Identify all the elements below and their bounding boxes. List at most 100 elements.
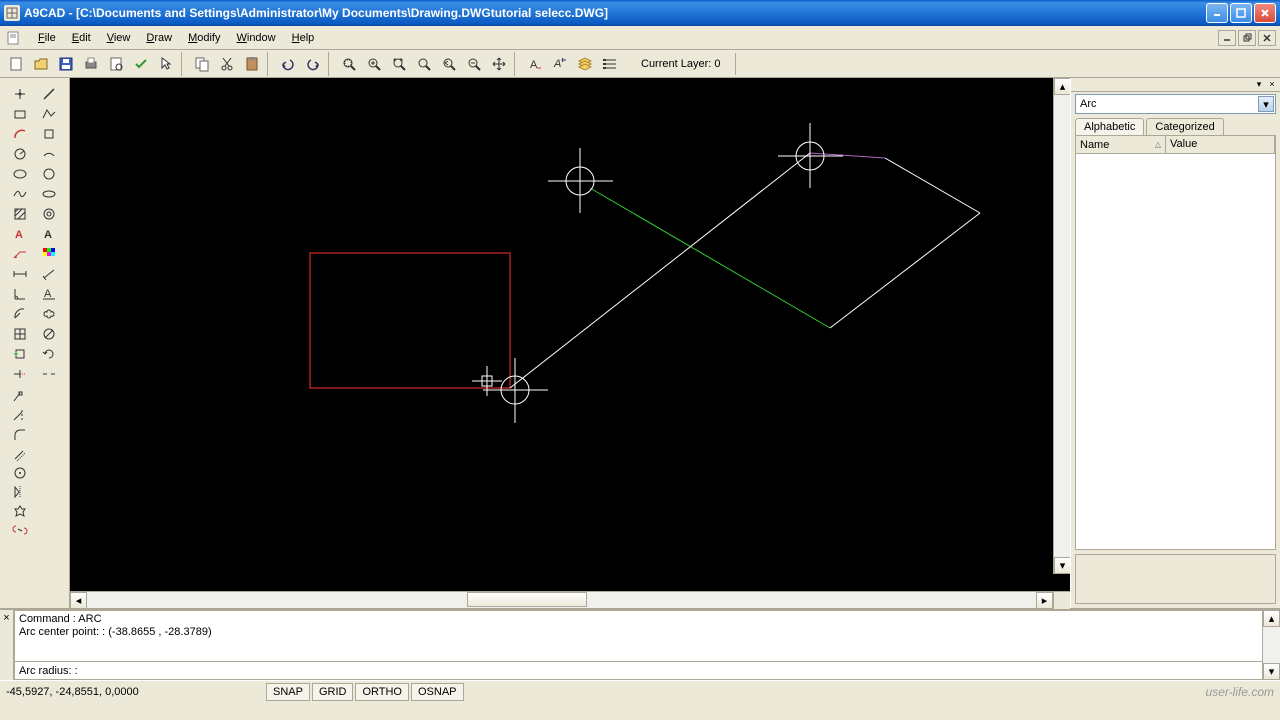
- insert-block-tool[interactable]: [6, 344, 34, 363]
- leader-tool[interactable]: [6, 244, 34, 263]
- block-tool[interactable]: [6, 324, 34, 343]
- join-tool[interactable]: [6, 520, 34, 539]
- offset-tool[interactable]: [6, 444, 34, 463]
- panel-close-button[interactable]: ×: [1266, 78, 1278, 90]
- menu-view[interactable]: View: [99, 30, 139, 46]
- pan-button[interactable]: [487, 52, 511, 76]
- spline-tool[interactable]: [6, 184, 34, 203]
- circle-tool[interactable]: [6, 144, 34, 163]
- command-input[interactable]: Arc radius: :: [14, 662, 1263, 680]
- zoom-realtime-button[interactable]: [412, 52, 436, 76]
- point-tool[interactable]: [6, 84, 34, 103]
- mdi-close-button[interactable]: [1258, 30, 1276, 46]
- grid-toggle[interactable]: GRID: [312, 683, 354, 701]
- copy-button[interactable]: [190, 52, 214, 76]
- dimension-style-button[interactable]: A: [548, 52, 572, 76]
- save-button[interactable]: [54, 52, 78, 76]
- square-tool[interactable]: [35, 124, 63, 143]
- arc-3p-tool[interactable]: [35, 144, 63, 163]
- fillet-tool[interactable]: [6, 425, 34, 444]
- canvas-vscroll[interactable]: ▴ ▾: [1053, 78, 1070, 574]
- combo-arrow-icon[interactable]: ▾: [1258, 96, 1274, 112]
- chamfer-tool[interactable]: [6, 463, 34, 482]
- text-style-button[interactable]: A: [523, 52, 547, 76]
- extend-tool[interactable]: [6, 406, 34, 425]
- pointer-button[interactable]: [154, 52, 178, 76]
- zoom-window-button[interactable]: [337, 52, 361, 76]
- dimension-radius-tool[interactable]: [6, 304, 34, 323]
- top-toolbar: A A Current Layer: 0: [0, 50, 1280, 78]
- color-palette-tool[interactable]: [35, 244, 63, 263]
- undo-button[interactable]: [276, 52, 300, 76]
- print-preview-button[interactable]: [104, 52, 128, 76]
- revcloud-tool[interactable]: [35, 304, 63, 323]
- canvas-hscroll[interactable]: ◂ ▸: [70, 591, 1070, 608]
- vscroll-down-button[interactable]: ▾: [1054, 557, 1070, 574]
- menu-help[interactable]: Help: [284, 30, 323, 46]
- vscroll-up-button[interactable]: ▴: [1054, 78, 1070, 95]
- zoom-extents-button[interactable]: [387, 52, 411, 76]
- dimension-linear-tool[interactable]: [6, 264, 34, 283]
- stretch-tool[interactable]: [6, 387, 34, 406]
- mdi-minimize-button[interactable]: [1218, 30, 1236, 46]
- object-type-value: Arc: [1080, 98, 1097, 110]
- grid-col-name[interactable]: Name△: [1076, 136, 1166, 153]
- drawing-canvas[interactable]: ▴ ▾: [70, 78, 1070, 591]
- text-tool[interactable]: A: [35, 224, 63, 243]
- object-type-combo[interactable]: Arc ▾: [1075, 94, 1276, 114]
- grid-col-value[interactable]: Value: [1166, 136, 1275, 153]
- close-button[interactable]: [1254, 3, 1276, 23]
- print-button[interactable]: [79, 52, 103, 76]
- tab-categorized[interactable]: Categorized: [1146, 118, 1223, 135]
- hscroll-left-button[interactable]: ◂: [70, 592, 87, 609]
- hatch-tool[interactable]: [6, 204, 34, 223]
- dimension-aligned-tool[interactable]: [35, 264, 63, 283]
- mtext-tool[interactable]: A: [6, 224, 34, 243]
- explode-tool[interactable]: [6, 501, 34, 520]
- trim-tool[interactable]: [6, 364, 34, 383]
- menu-modify[interactable]: Modify: [180, 30, 228, 46]
- open-file-button[interactable]: [29, 52, 53, 76]
- circle-2p-tool[interactable]: [35, 164, 63, 183]
- menu-draw[interactable]: Draw: [138, 30, 180, 46]
- dimension-text-tool[interactable]: A: [35, 284, 63, 303]
- properties-grid[interactable]: Name△ Value: [1075, 135, 1276, 550]
- menu-window[interactable]: Window: [228, 30, 283, 46]
- dimension-angular-tool[interactable]: [6, 284, 34, 303]
- tab-alphabetic[interactable]: Alphabetic: [1075, 118, 1144, 135]
- svg-text:A: A: [15, 229, 23, 241]
- new-file-button[interactable]: [4, 52, 28, 76]
- minimize-button[interactable]: [1206, 3, 1228, 23]
- rectangle-tool[interactable]: [6, 104, 34, 123]
- zoom-previous-button[interactable]: [437, 52, 461, 76]
- menu-file[interactable]: FFileile: [30, 30, 64, 46]
- zoom-out-button[interactable]: [462, 52, 486, 76]
- maximize-button[interactable]: [1230, 3, 1252, 23]
- hscroll-right-button[interactable]: ▸: [1036, 592, 1053, 609]
- polyline-tool[interactable]: [35, 104, 63, 123]
- ellipse-tool[interactable]: [6, 164, 34, 183]
- check-button[interactable]: [129, 52, 153, 76]
- donut-tool[interactable]: [35, 204, 63, 223]
- menu-edit[interactable]: Edit: [64, 30, 99, 46]
- refresh-tool[interactable]: [35, 344, 63, 363]
- osnap-toggle[interactable]: OSNAP: [411, 683, 464, 701]
- ortho-toggle[interactable]: ORTHO: [355, 683, 409, 701]
- zoom-in-button[interactable]: [362, 52, 386, 76]
- snap-toggle[interactable]: SNAP: [266, 683, 310, 701]
- properties-button[interactable]: [598, 52, 622, 76]
- paste-button[interactable]: [240, 52, 264, 76]
- panel-pin-button[interactable]: ▾: [1253, 78, 1265, 90]
- cut-button[interactable]: [215, 52, 239, 76]
- redo-button[interactable]: [301, 52, 325, 76]
- dimension-diameter-tool[interactable]: [35, 324, 63, 343]
- command-vscroll[interactable]: ▴ ▾: [1263, 610, 1280, 680]
- arc-tool[interactable]: [6, 124, 34, 143]
- mirror-tool[interactable]: [6, 482, 34, 501]
- break-tool[interactable]: [35, 364, 63, 383]
- ellipse-arc-tool[interactable]: [35, 184, 63, 203]
- command-close-button[interactable]: ×: [0, 610, 14, 680]
- line-tool[interactable]: [35, 84, 63, 103]
- layers-button[interactable]: [573, 52, 597, 76]
- mdi-restore-button[interactable]: [1238, 30, 1256, 46]
